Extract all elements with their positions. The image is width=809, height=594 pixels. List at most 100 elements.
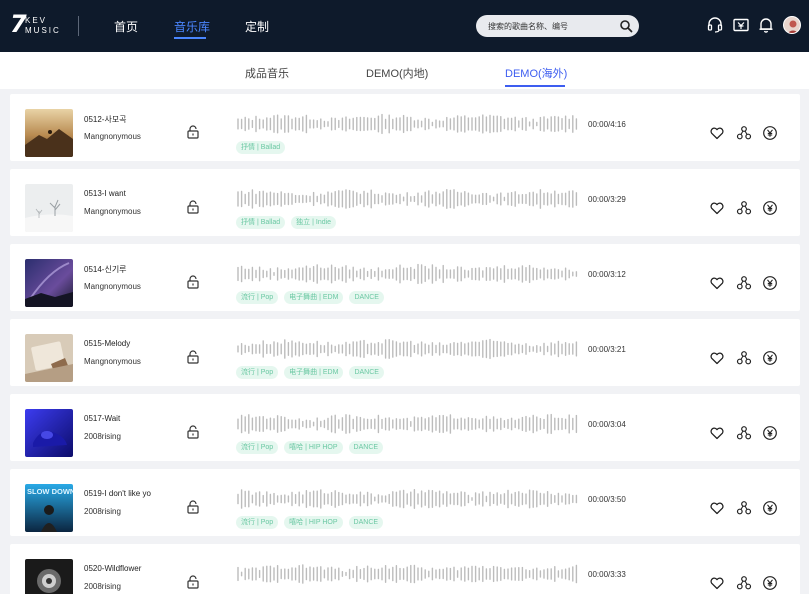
waveform[interactable] [236,488,581,510]
share-icon[interactable] [736,500,752,516]
track-title[interactable]: 0515-Melody [84,339,130,348]
track-artist[interactable]: 2008rising [84,507,121,516]
track-title[interactable]: 0517-Wait [84,414,120,423]
genre-tag[interactable]: 抒情 | Ballad [236,141,286,154]
yuan-icon[interactable] [762,575,778,591]
album-cover[interactable] [25,409,73,457]
headset-icon[interactable] [706,16,724,34]
unlock-icon[interactable] [186,575,200,589]
track-row[interactable]: SLOW DOWN 0519-I don't like yo 2008risin… [10,469,800,536]
ticket-icon[interactable] [732,16,750,34]
unlock-icon[interactable] [186,275,200,289]
track-title[interactable]: 0513-I want [84,189,126,198]
unlock-icon[interactable] [186,425,200,439]
genre-tag[interactable]: 电子舞曲 | EDM [284,366,344,379]
track-title[interactable]: 0519-I don't like yo [84,489,151,498]
tab-demo-overseas[interactable]: DEMO(海外) [505,65,567,81]
heart-icon[interactable] [709,350,725,366]
search-icon[interactable] [619,19,633,33]
heart-icon[interactable] [709,575,725,591]
album-cover[interactable]: SLOW DOWN [25,484,73,532]
waveform[interactable] [236,263,581,285]
track-row[interactable]: 0515-Melody Mangnonymous 00:00/3:21 流行 |… [10,319,800,386]
share-icon[interactable] [736,200,752,216]
track-title[interactable]: 0514-신기루 [84,264,127,275]
search-input[interactable] [488,19,608,33]
unlock-icon[interactable] [186,500,200,514]
track-row[interactable]: 0520-Wildflower 2008rising 00:00/3:33 [10,544,800,594]
genre-tag[interactable]: 独立 | Indie [291,216,337,229]
waveform[interactable] [236,413,581,435]
track-row[interactable]: 0517-Wait 2008rising 00:00/3:04 流行 | Pop… [10,394,800,461]
unlock-icon[interactable] [186,350,200,364]
logo[interactable]: 7 KEV MUSIC [10,10,68,39]
top-bar: 7 KEV MUSIC 首页 音乐库 定制 [0,0,809,52]
cover-image [25,259,73,307]
share-icon[interactable] [736,275,752,291]
album-cover[interactable] [25,184,73,232]
track-artist[interactable]: Mangnonymous [84,132,141,141]
divider [78,16,79,36]
waveform[interactable] [236,188,581,210]
track-time: 00:00/3:33 [588,570,626,579]
album-cover[interactable] [25,559,73,594]
nav-home[interactable]: 首页 [114,18,138,35]
tag-list: 流行 | Pop 电子舞曲 | EDM DANCE [236,366,390,380]
share-icon[interactable] [736,425,752,441]
yuan-icon[interactable] [762,500,778,516]
genre-tag[interactable]: 抒情 | Ballad [236,216,286,229]
genre-tag[interactable]: DANCE [348,516,384,529]
cover-image [25,184,73,232]
track-title[interactable]: 0520-Wildflower [84,564,141,573]
tab-finished-music[interactable]: 成品音乐 [245,65,289,81]
share-icon[interactable] [736,350,752,366]
yuan-icon[interactable] [762,425,778,441]
cover-text: SLOW DOWN [27,487,73,496]
yuan-icon[interactable] [762,200,778,216]
share-icon[interactable] [736,575,752,591]
unlock-icon[interactable] [186,200,200,214]
heart-icon[interactable] [709,500,725,516]
track-row[interactable]: 0514-신기루 Mangnonymous 00:00/3:12 流行 | Po… [10,244,800,311]
tab-demo-mainland[interactable]: DEMO(内地) [366,65,428,81]
share-icon[interactable] [736,125,752,141]
genre-tag[interactable]: DANCE [349,366,384,379]
heart-icon[interactable] [709,425,725,441]
cover-image [25,559,73,594]
waveform[interactable] [236,113,581,135]
genre-tag[interactable]: 流行 | Pop [236,516,279,529]
nav-music-library[interactable]: 音乐库 [174,18,210,35]
nav-custom[interactable]: 定制 [245,18,269,35]
waveform[interactable] [236,563,581,585]
album-cover[interactable] [25,109,73,157]
genre-tag[interactable]: 嘻哈 | HIP HOP [284,441,343,454]
yuan-icon[interactable] [762,275,778,291]
track-artist[interactable]: 2008rising [84,432,121,441]
yuan-icon[interactable] [762,350,778,366]
track-artist[interactable]: Mangnonymous [84,207,141,216]
track-artist[interactable]: 2008rising [84,582,121,591]
album-cover[interactable] [25,259,73,307]
track-artist[interactable]: Mangnonymous [84,357,141,366]
genre-tag[interactable]: 电子舞曲 | EDM [284,291,344,304]
genre-tag[interactable]: 流行 | Pop [236,291,279,304]
bell-icon[interactable] [757,16,775,34]
heart-icon[interactable] [709,200,725,216]
avatar[interactable] [783,16,801,34]
genre-tag[interactable]: DANCE [349,291,384,304]
track-title[interactable]: 0512-사모곡 [84,114,127,125]
genre-tag[interactable]: 嘻哈 | HIP HOP [284,516,343,529]
tag-list: 抒情 | Ballad 独立 | Indie [236,216,342,230]
genre-tag[interactable]: DANCE [348,441,384,454]
unlock-icon[interactable] [186,125,200,139]
waveform[interactable] [236,338,581,360]
track-row[interactable]: 0513-I want Mangnonymous 00:00/3:29 抒情 |… [10,169,800,236]
album-cover[interactable] [25,334,73,382]
track-artist[interactable]: Mangnonymous [84,282,141,291]
heart-icon[interactable] [709,275,725,291]
track-row[interactable]: 0512-사모곡 Mangnonymous 00:00/4:16 抒情 | Ba… [10,94,800,161]
genre-tag[interactable]: 流行 | Pop [236,366,279,379]
genre-tag[interactable]: 流行 | Pop [236,441,279,454]
yuan-icon[interactable] [762,125,778,141]
heart-icon[interactable] [709,125,725,141]
